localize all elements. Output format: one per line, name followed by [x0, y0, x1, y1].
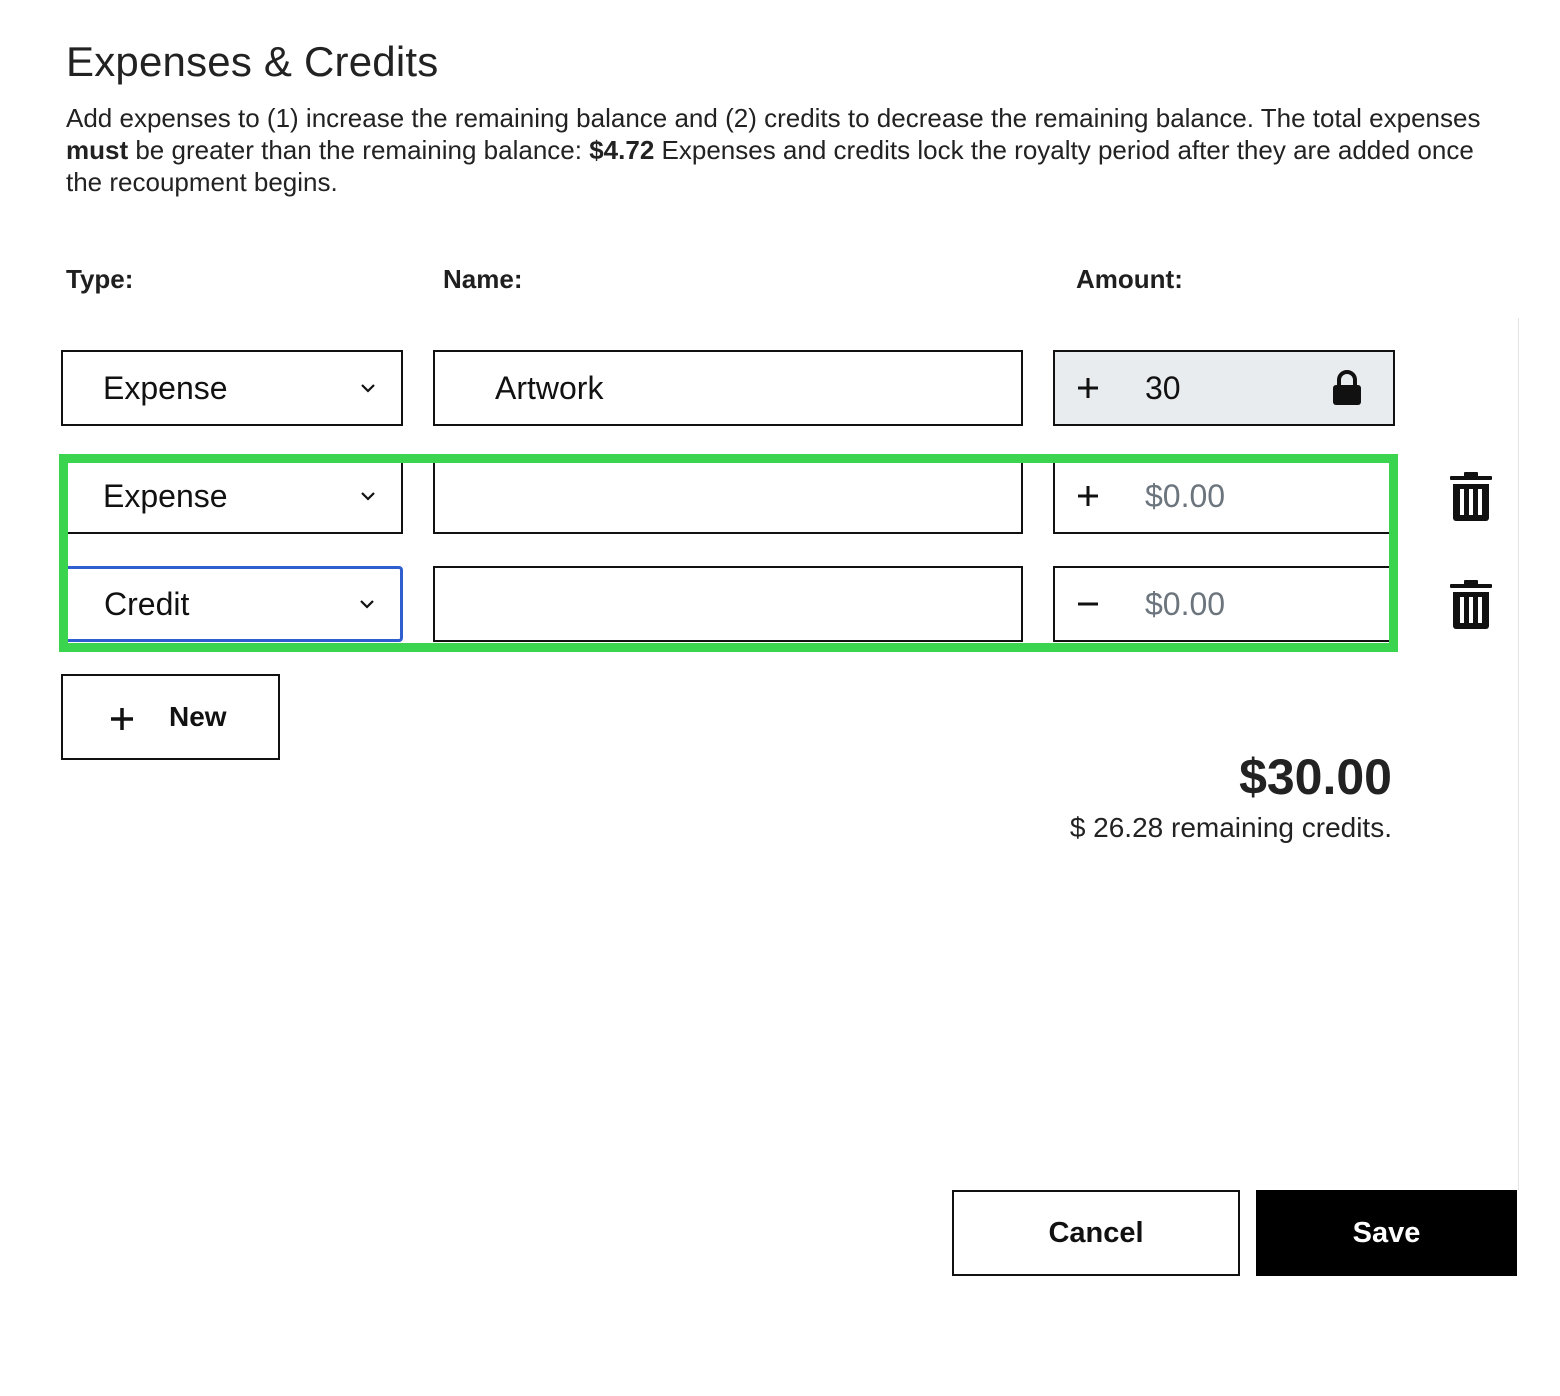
trash-icon[interactable]: [1450, 580, 1492, 630]
remaining-balance-value: $4.72: [589, 135, 655, 165]
name-input[interactable]: Artwork: [433, 350, 1023, 426]
new-row-button[interactable]: New: [61, 674, 280, 760]
plus-icon: [111, 708, 133, 730]
save-button[interactable]: Save: [1256, 1190, 1517, 1276]
name-column-header: Name:: [443, 264, 523, 294]
amount-input[interactable]: 30: [1053, 350, 1395, 426]
name-input-value: Artwork: [495, 369, 604, 406]
lock-icon: [1333, 370, 1361, 405]
new-row-button-label: New: [169, 701, 227, 732]
description-emphasis: must: [66, 135, 129, 165]
type-column-header: Type:: [66, 264, 134, 294]
type-select[interactable]: Expense: [61, 350, 403, 426]
type-select-value: Credit: [104, 585, 190, 622]
description-text: be greater than the remaining balance:: [128, 135, 590, 165]
amount-input[interactable]: $0.00: [1053, 566, 1395, 642]
trash-icon[interactable]: [1450, 472, 1492, 522]
total-amount: $30.00: [1239, 749, 1392, 805]
page-title: Expenses & Credits: [66, 38, 439, 85]
description-text: Add expenses to (1) increase the remaini…: [66, 103, 1481, 133]
type-select[interactable]: Credit: [61, 566, 403, 642]
plus-icon: [1078, 486, 1098, 506]
name-input[interactable]: [433, 458, 1023, 534]
amount-column-header: Amount:: [1076, 264, 1183, 294]
type-select-value: Expense: [103, 369, 228, 406]
amount-placeholder: $0.00: [1145, 477, 1226, 514]
plus-icon: [1078, 378, 1098, 398]
amount-placeholder: $0.00: [1145, 585, 1226, 622]
description: Add expenses to (1) increase the remaini…: [66, 102, 1486, 198]
name-input[interactable]: [433, 566, 1023, 642]
minus-icon: [1078, 602, 1098, 606]
chevron-down-icon: [360, 600, 374, 609]
chevron-down-icon: [361, 492, 375, 501]
amount-input[interactable]: $0.00: [1053, 458, 1395, 534]
type-select-value: Expense: [103, 477, 228, 514]
type-select[interactable]: Expense: [61, 458, 403, 534]
chevron-down-icon: [361, 384, 375, 393]
remaining-credits: $ 26.28 remaining credits.: [1069, 812, 1392, 843]
scrollbar[interactable]: [1518, 318, 1548, 1190]
cancel-button[interactable]: Cancel: [952, 1190, 1240, 1276]
amount-input-value: 30: [1145, 369, 1181, 406]
